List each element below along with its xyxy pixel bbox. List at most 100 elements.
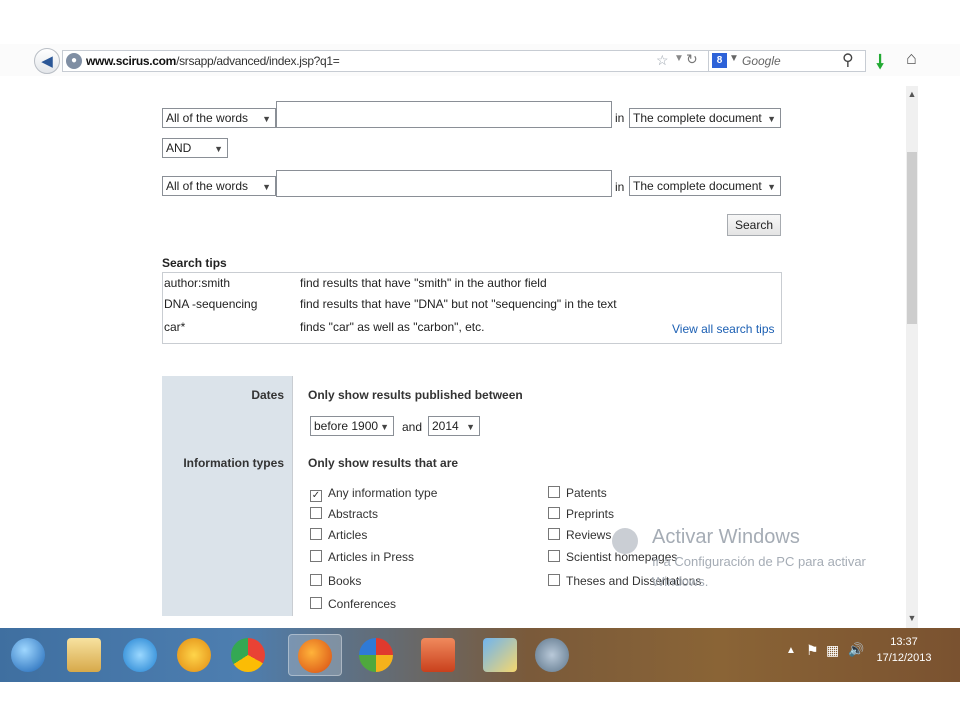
type-option-reviews[interactable]: Reviews [548, 528, 611, 542]
chevron-down-icon: ▼ [214, 144, 223, 154]
checkbox-icon[interactable] [548, 528, 560, 540]
field-select-1[interactable]: The complete document ▼ [629, 108, 781, 128]
taskbar-media-app[interactable] [528, 634, 576, 676]
magnifier-icon[interactable]: ⚲ [842, 50, 854, 70]
scroll-up-icon[interactable]: ▲ [906, 86, 918, 102]
dates-heading: Only show results published between [308, 388, 523, 402]
date-to-select[interactable]: 2014 ▼ [428, 416, 480, 436]
back-button[interactable]: ◀ [34, 48, 60, 74]
activation-watermark-line1: Ir a Configuración de PC para activar [652, 554, 866, 569]
in-label-1: in [615, 111, 625, 125]
start-orb-icon [11, 638, 45, 672]
url-host: www.scirus.com [86, 54, 177, 68]
bookmark-star-icon[interactable]: ☆ [656, 52, 669, 69]
tray-expand-icon[interactable]: ▲ [786, 645, 796, 656]
taskbar-drawing-app[interactable] [474, 634, 528, 676]
windows-key-icon [612, 528, 638, 554]
taskbar-office-app[interactable] [350, 634, 404, 676]
field-select-2[interactable]: The complete document ▼ [629, 176, 781, 196]
type-option-label: Abstracts [328, 507, 379, 521]
media-icon [535, 638, 569, 672]
type-option-articles-in-press[interactable]: Articles in Press [310, 550, 414, 564]
search-term-input-1[interactable] [276, 101, 612, 128]
history-dropdown-icon[interactable]: ▼ [674, 53, 684, 64]
search-button[interactable]: Search [727, 214, 781, 236]
scrollbar-thumb[interactable] [907, 152, 917, 324]
scope-select-2[interactable]: All of the words ▼ [162, 176, 276, 196]
internet-explorer-icon [123, 638, 157, 672]
type-option-books[interactable]: Books [310, 574, 361, 588]
tip-term: author:smith [164, 276, 231, 290]
checkbox-icon[interactable] [310, 574, 322, 586]
url-path: /srsapp/advanced/index.jsp?q1= [176, 54, 340, 68]
home-icon[interactable]: ⌂ [906, 48, 917, 69]
tip-description: finds "car" as well as "carbon", etc. [300, 320, 485, 334]
date-from-select[interactable]: before 1900 ▼ [310, 416, 394, 436]
google-engine-icon[interactable]: 8 [712, 53, 727, 68]
firefox-icon [298, 639, 332, 673]
date-to-value: 2014 [432, 419, 459, 433]
checkbox-checked-icon[interactable]: ✓ [310, 490, 322, 502]
chrome-icon [231, 638, 265, 672]
view-all-tips-link[interactable]: View all search tips [672, 322, 775, 336]
and-label: and [402, 420, 423, 434]
type-option-conferences[interactable]: Conferences [310, 597, 396, 611]
checkbox-icon[interactable] [548, 574, 560, 586]
start-button[interactable] [6, 634, 50, 676]
type-option-preprints[interactable]: Preprints [548, 507, 614, 521]
engine-dropdown-icon[interactable]: ▼ [729, 53, 739, 64]
scope-select-2-value: All of the words [166, 179, 249, 193]
checkbox-icon[interactable] [548, 507, 560, 519]
type-option-label: Books [328, 574, 362, 588]
search-bar-placeholder[interactable]: Google [742, 54, 781, 68]
clock-time[interactable]: 13:37 [884, 636, 924, 648]
checkbox-icon[interactable] [310, 597, 322, 609]
taskbar-chrome[interactable] [226, 634, 270, 676]
scroll-down-icon[interactable]: ▼ [906, 610, 918, 626]
type-option-label: Articles in Press [328, 550, 415, 564]
network-icon[interactable]: ▦ [826, 642, 839, 659]
field-select-1-value: The complete document [633, 111, 762, 125]
filters-label-column [162, 376, 292, 616]
checkbox-icon[interactable] [548, 550, 560, 562]
site-identity-icon[interactable]: ● [66, 53, 82, 69]
field-select-2-value: The complete document [633, 179, 762, 193]
taskbar-firefox[interactable] [288, 634, 342, 676]
download-icon[interactable]: 🠗 [876, 48, 884, 80]
search-term-input-2[interactable] [276, 170, 612, 197]
reload-icon[interactable]: ↻ [686, 51, 698, 68]
chevron-down-icon: ▼ [380, 422, 389, 432]
checkbox-icon[interactable] [310, 550, 322, 562]
type-option-any[interactable]: ✓ Any information type [310, 486, 437, 502]
checkbox-icon[interactable] [548, 486, 560, 498]
taskbar-file-explorer[interactable] [62, 634, 106, 676]
type-option-patents[interactable]: Patents [548, 486, 607, 500]
office-icon [359, 638, 393, 672]
in-label-2: in [615, 180, 625, 194]
taskbar-powerpoint[interactable] [412, 634, 466, 676]
type-option-abstracts[interactable]: Abstracts [310, 507, 378, 521]
volume-icon[interactable]: 🔊 [848, 642, 864, 658]
search-tips-title: Search tips [162, 256, 227, 270]
type-option-label: Conferences [328, 597, 397, 611]
type-option-articles[interactable]: Articles [310, 528, 367, 542]
checkbox-icon[interactable] [310, 507, 322, 519]
activation-watermark-line2: Windows. [652, 574, 709, 589]
filters-divider [292, 376, 293, 616]
action-center-flag-icon[interactable]: ⚑ [806, 642, 819, 659]
type-option-label: Articles [328, 528, 368, 542]
chevron-down-icon: ▼ [767, 114, 776, 124]
taskbar-internet-explorer[interactable] [118, 634, 162, 676]
type-option-label: Preprints [566, 507, 615, 521]
url-text[interactable]: www.scirus.com/srsapp/advanced/index.jsp… [86, 54, 340, 68]
tip-description: find results that have "DNA" but not "se… [300, 297, 617, 311]
folder-icon [67, 638, 101, 672]
clock-date[interactable]: 17/12/2013 [866, 652, 942, 664]
type-option-label: Any information type [328, 486, 438, 500]
checkbox-icon[interactable] [310, 528, 322, 540]
taskbar-paint-app[interactable] [172, 634, 216, 676]
types-heading: Only show results that are [308, 456, 459, 470]
paint-icon [177, 638, 211, 672]
scope-select-1[interactable]: All of the words ▼ [162, 108, 276, 128]
operator-select[interactable]: AND ▼ [162, 138, 228, 158]
